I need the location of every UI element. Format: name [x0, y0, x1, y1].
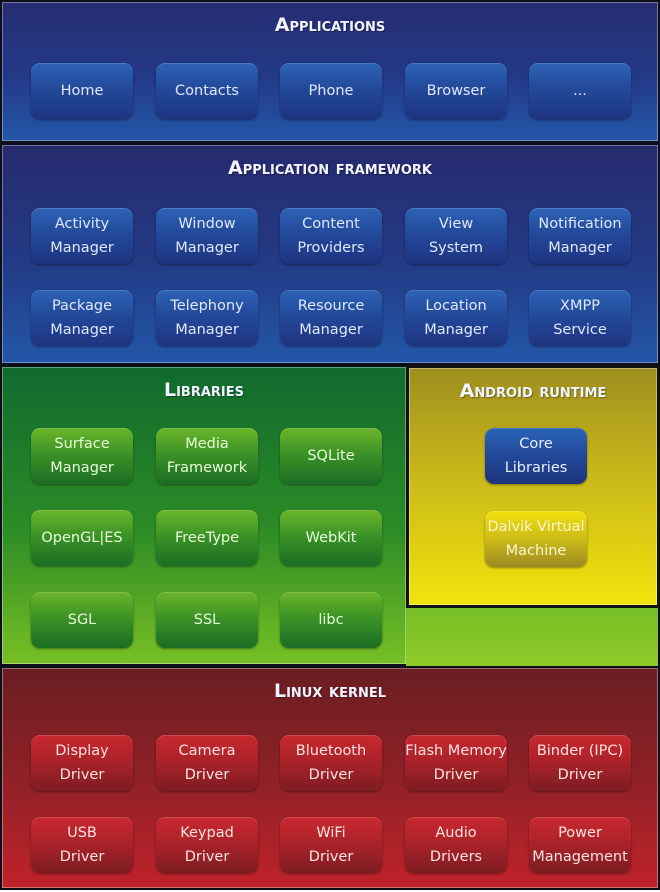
kernel-title: Linux Kernel: [273, 680, 387, 702]
fw-telephony-manager[interactable]: Telephony Manager: [156, 290, 258, 346]
runtime-layer: Android Runtime Core Libraries Dalvik Vi…: [406, 365, 660, 608]
kernel-binder-ipc-driver[interactable]: Binder (IPC) Driver: [529, 735, 631, 791]
kernel-audio-drivers[interactable]: Audio Drivers: [405, 817, 507, 873]
applications-title: Applications: [274, 14, 386, 36]
framework-layer: Application Framework Activity Manager W…: [0, 143, 660, 365]
kernel-power-management[interactable]: Power Management: [529, 817, 631, 873]
lib-sqlite[interactable]: SQLite: [280, 428, 382, 484]
kernel-display-driver[interactable]: Display Driver: [31, 735, 133, 791]
lib-ssl[interactable]: SSL: [156, 592, 258, 648]
kernel-keypad-driver[interactable]: Keypad Driver: [156, 817, 258, 873]
fw-notification-manager[interactable]: Notification Manager: [529, 208, 631, 264]
fw-package-manager[interactable]: Package Manager: [31, 290, 133, 346]
app-home[interactable]: Home: [31, 63, 133, 119]
fw-activity-manager[interactable]: Activity Manager: [31, 208, 133, 264]
applications-layer: Applications Home Contacts Phone Browser…: [0, 0, 660, 143]
fw-resource-manager[interactable]: Resource Manager: [280, 290, 382, 346]
lib-webkit[interactable]: WebKit: [280, 510, 382, 566]
fw-xmpp-service[interactable]: XMPP Service: [529, 290, 631, 346]
lib-freetype[interactable]: FreeType: [156, 510, 258, 566]
kernel-wifi-driver[interactable]: WiFi Driver: [280, 817, 382, 873]
app-more[interactable]: ...: [529, 63, 631, 119]
fw-content-providers[interactable]: Content Providers: [280, 208, 382, 264]
kernel-usb-driver[interactable]: USB Driver: [31, 817, 133, 873]
app-contacts[interactable]: Contacts: [156, 63, 258, 119]
lib-media-framework[interactable]: Media Framework: [156, 428, 258, 484]
libraries-layer: Libraries Surface Manager Media Framewor…: [0, 365, 408, 666]
runtime-dalvik-vm[interactable]: Dalvik Virtual Machine: [485, 511, 587, 567]
lib-sgl[interactable]: SGL: [31, 592, 133, 648]
fw-location-manager[interactable]: Location Manager: [405, 290, 507, 346]
kernel-bluetooth-driver[interactable]: Bluetooth Driver: [280, 735, 382, 791]
kernel-camera-driver[interactable]: Camera Driver: [156, 735, 258, 791]
fw-window-manager[interactable]: Window Manager: [156, 208, 258, 264]
runtime-title: Android Runtime: [459, 380, 607, 402]
lib-opengl-es[interactable]: OpenGL|ES: [31, 510, 133, 566]
lib-libc[interactable]: libc: [280, 592, 382, 648]
runtime-core-libraries[interactable]: Core Libraries: [485, 428, 587, 484]
lib-surface-manager[interactable]: Surface Manager: [31, 428, 133, 484]
app-browser[interactable]: Browser: [405, 63, 507, 119]
kernel-layer: Linux Kernel Display Driver Camera Drive…: [0, 666, 660, 890]
fw-view-system[interactable]: View System: [405, 208, 507, 264]
kernel-flash-memory-driver[interactable]: Flash Memory Driver: [405, 735, 507, 791]
app-phone[interactable]: Phone: [280, 63, 382, 119]
libraries-title: Libraries: [163, 379, 245, 401]
libraries-layer-extension: [406, 608, 660, 666]
framework-title: Application Framework: [228, 157, 432, 179]
